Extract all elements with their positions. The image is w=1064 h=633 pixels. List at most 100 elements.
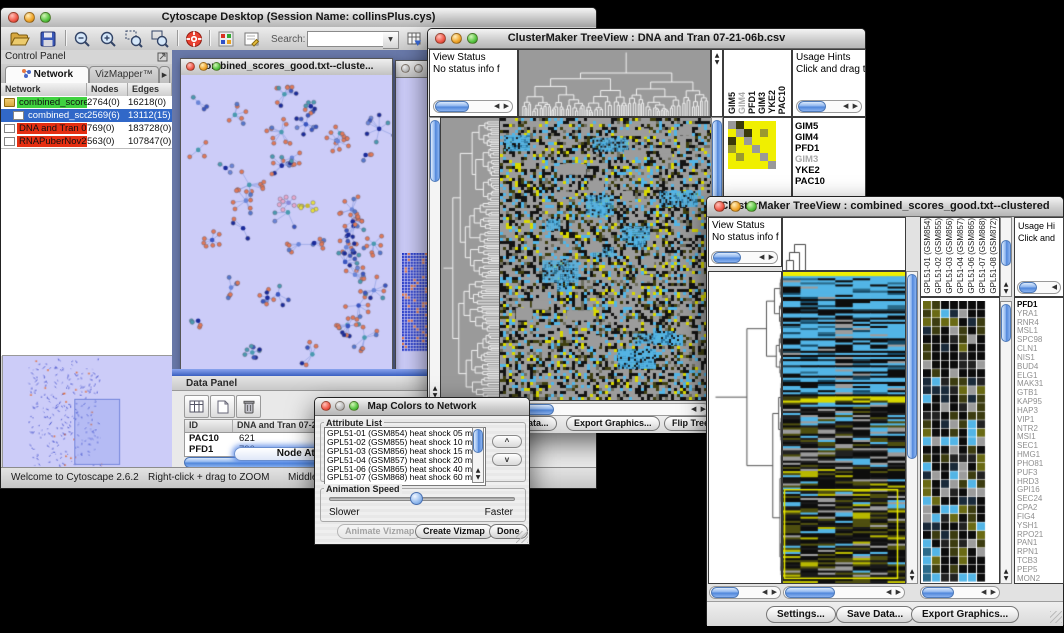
matrix-cell[interactable] — [736, 161, 744, 169]
matrix-cell[interactable] — [744, 121, 752, 129]
com-detail-hscrollbar[interactable]: ◀ ▶ — [920, 586, 1000, 599]
zoom-in-button[interactable] — [97, 29, 119, 48]
scroll-thumb[interactable] — [711, 587, 739, 598]
minimize-icon[interactable] — [335, 401, 345, 411]
cytopanel-toggle-button[interactable] — [215, 29, 237, 48]
move-attribute-up-button[interactable]: ^ — [492, 435, 522, 448]
gene-label[interactable]: GIM5 — [793, 121, 865, 132]
close-icon[interactable] — [186, 62, 195, 71]
col-network[interactable]: Network — [1, 83, 87, 96]
matrix-cell[interactable] — [752, 145, 760, 153]
view-status-hscrollbar[interactable]: ◀ ▶ — [711, 251, 778, 264]
import-table-button[interactable] — [403, 29, 425, 48]
tab-vizmapper[interactable]: VizMapper™ — [89, 66, 159, 83]
gene-label[interactable]: PAC10 — [793, 176, 865, 187]
gene-label[interactable]: YKE2 — [793, 165, 865, 176]
minimize-icon[interactable] — [199, 62, 208, 71]
search-dropdown-button[interactable]: ▼ — [383, 31, 399, 49]
column-label[interactable]: PAC10 — [777, 86, 787, 114]
dialog-title-bar[interactable]: Map Colors to Network — [315, 398, 529, 416]
scroll-right-icon[interactable]: ▶ — [772, 588, 778, 596]
create-attribute-button[interactable] — [210, 395, 235, 418]
scroll-down-icon[interactable]: ▼ — [910, 575, 915, 582]
matrix-cell[interactable] — [744, 129, 752, 137]
column-label[interactable]: GPL51-01 (GSM854) — [922, 218, 933, 294]
column-label[interactable]: GPL51-04 (GSM857) — [955, 218, 966, 294]
main-title-bar[interactable]: Cytoscape Desktop (Session Name: collins… — [1, 8, 596, 28]
zoom-window-icon[interactable] — [40, 12, 51, 23]
matrix-cell[interactable] — [760, 161, 768, 169]
annotation-button[interactable] — [241, 29, 263, 48]
zoom-window-icon[interactable] — [746, 201, 757, 212]
scroll-left-icon[interactable]: ◀ — [981, 588, 987, 596]
close-icon[interactable] — [321, 401, 331, 411]
matrix-cell[interactable] — [760, 153, 768, 161]
matrix-cell[interactable] — [744, 161, 752, 169]
animate-vizmap-button[interactable]: Animate Vizmap — [337, 524, 422, 539]
scroll-thumb[interactable] — [1019, 282, 1037, 293]
column-tree[interactable] — [783, 218, 905, 270]
com-dendro-hscrollbar[interactable]: ◀ ▶ — [709, 586, 781, 599]
save-data-button[interactable]: Save Data... — [836, 606, 914, 623]
treeview-combined-title-bar[interactable]: ClusterMaker TreeView : combined_scores_… — [707, 197, 1063, 217]
minimize-icon[interactable] — [730, 201, 741, 212]
zoom-window-icon[interactable] — [349, 401, 359, 411]
scroll-up-icon[interactable]: ▲ — [910, 568, 915, 575]
help-button[interactable] — [183, 29, 205, 48]
settings-button[interactable]: Settings... — [766, 606, 836, 623]
minimize-icon[interactable] — [414, 64, 423, 73]
slider-thumb[interactable] — [410, 492, 423, 505]
scroll-down-icon[interactable]: ▼ — [1004, 575, 1009, 582]
scroll-up-icon[interactable]: ▲ — [1004, 281, 1009, 288]
scroll-left-icon[interactable]: ◀ — [886, 588, 892, 596]
similarity-matrix[interactable] — [728, 121, 776, 169]
scroll-up-icon[interactable]: ▲ — [433, 385, 438, 392]
close-icon[interactable] — [8, 12, 19, 23]
export-graphics-button[interactable]: Export Graphics... — [566, 416, 660, 431]
search-input[interactable] — [307, 31, 385, 47]
gene-label[interactable]: GIM3 — [793, 154, 865, 165]
column-label[interactable]: GPL51-07 (GSM868) — [977, 218, 988, 294]
col-id[interactable]: ID — [185, 420, 233, 432]
tab-network[interactable]: Network — [5, 66, 89, 83]
matrix-cell[interactable] — [752, 137, 760, 145]
matrix-cell[interactable] — [768, 161, 776, 169]
gene-dendrogram[interactable] — [709, 272, 781, 583]
scroll-thumb[interactable] — [785, 587, 835, 598]
matrix-cell[interactable] — [728, 129, 736, 137]
matrix-cell[interactable] — [736, 137, 744, 145]
matrix-cell[interactable] — [760, 145, 768, 153]
column-label[interactable]: GIM5 — [727, 92, 737, 114]
column-label[interactable]: GPL51-06 (GSM865) — [966, 218, 977, 294]
scroll-left-icon[interactable]: ◀ — [1052, 283, 1058, 291]
com-labels-vscrollbar[interactable]: ▲▼ — [1000, 217, 1012, 297]
zoom-window-icon[interactable] — [467, 33, 478, 44]
matrix-cell[interactable] — [728, 153, 736, 161]
column-label[interactable]: GPL51-03 (GSM856) — [944, 218, 955, 294]
view-status-hscrollbar[interactable]: ◀ ▶ — [433, 100, 513, 113]
scroll-up-icon[interactable]: ▲ — [715, 52, 720, 59]
detail-heatmap[interactable] — [923, 301, 986, 582]
scroll-thumb[interactable] — [473, 429, 483, 453]
gene-label[interactable]: GIM4 — [793, 132, 865, 143]
scroll-right-icon[interactable]: ▶ — [896, 588, 902, 596]
matrix-cell[interactable] — [752, 129, 760, 137]
scroll-thumb[interactable] — [1001, 240, 1011, 266]
scroll-up-icon[interactable]: ▲ — [1004, 568, 1009, 575]
matrix-cell[interactable] — [752, 161, 760, 169]
scroll-right-icon[interactable]: ▶ — [853, 102, 859, 110]
matrix-cell[interactable] — [736, 129, 744, 137]
scroll-left-icon[interactable]: ◀ — [759, 253, 765, 261]
scroll-up-icon[interactable]: ▲ — [476, 467, 481, 474]
close-icon[interactable] — [714, 201, 725, 212]
col-nodes[interactable]: Nodes — [87, 83, 128, 96]
attribute-select-button[interactable] — [184, 395, 209, 418]
dna-heatmap[interactable] — [500, 118, 711, 400]
matrix-cell[interactable] — [760, 129, 768, 137]
close-icon[interactable] — [435, 33, 446, 44]
float-panel-icon[interactable] — [157, 52, 168, 62]
matrix-cell[interactable] — [752, 121, 760, 129]
matrix-cell[interactable] — [760, 137, 768, 145]
attribute-item[interactable]: GPL51-07 (GSM868) heat shock 60 min — [325, 473, 485, 482]
matrix-cell[interactable] — [728, 137, 736, 145]
